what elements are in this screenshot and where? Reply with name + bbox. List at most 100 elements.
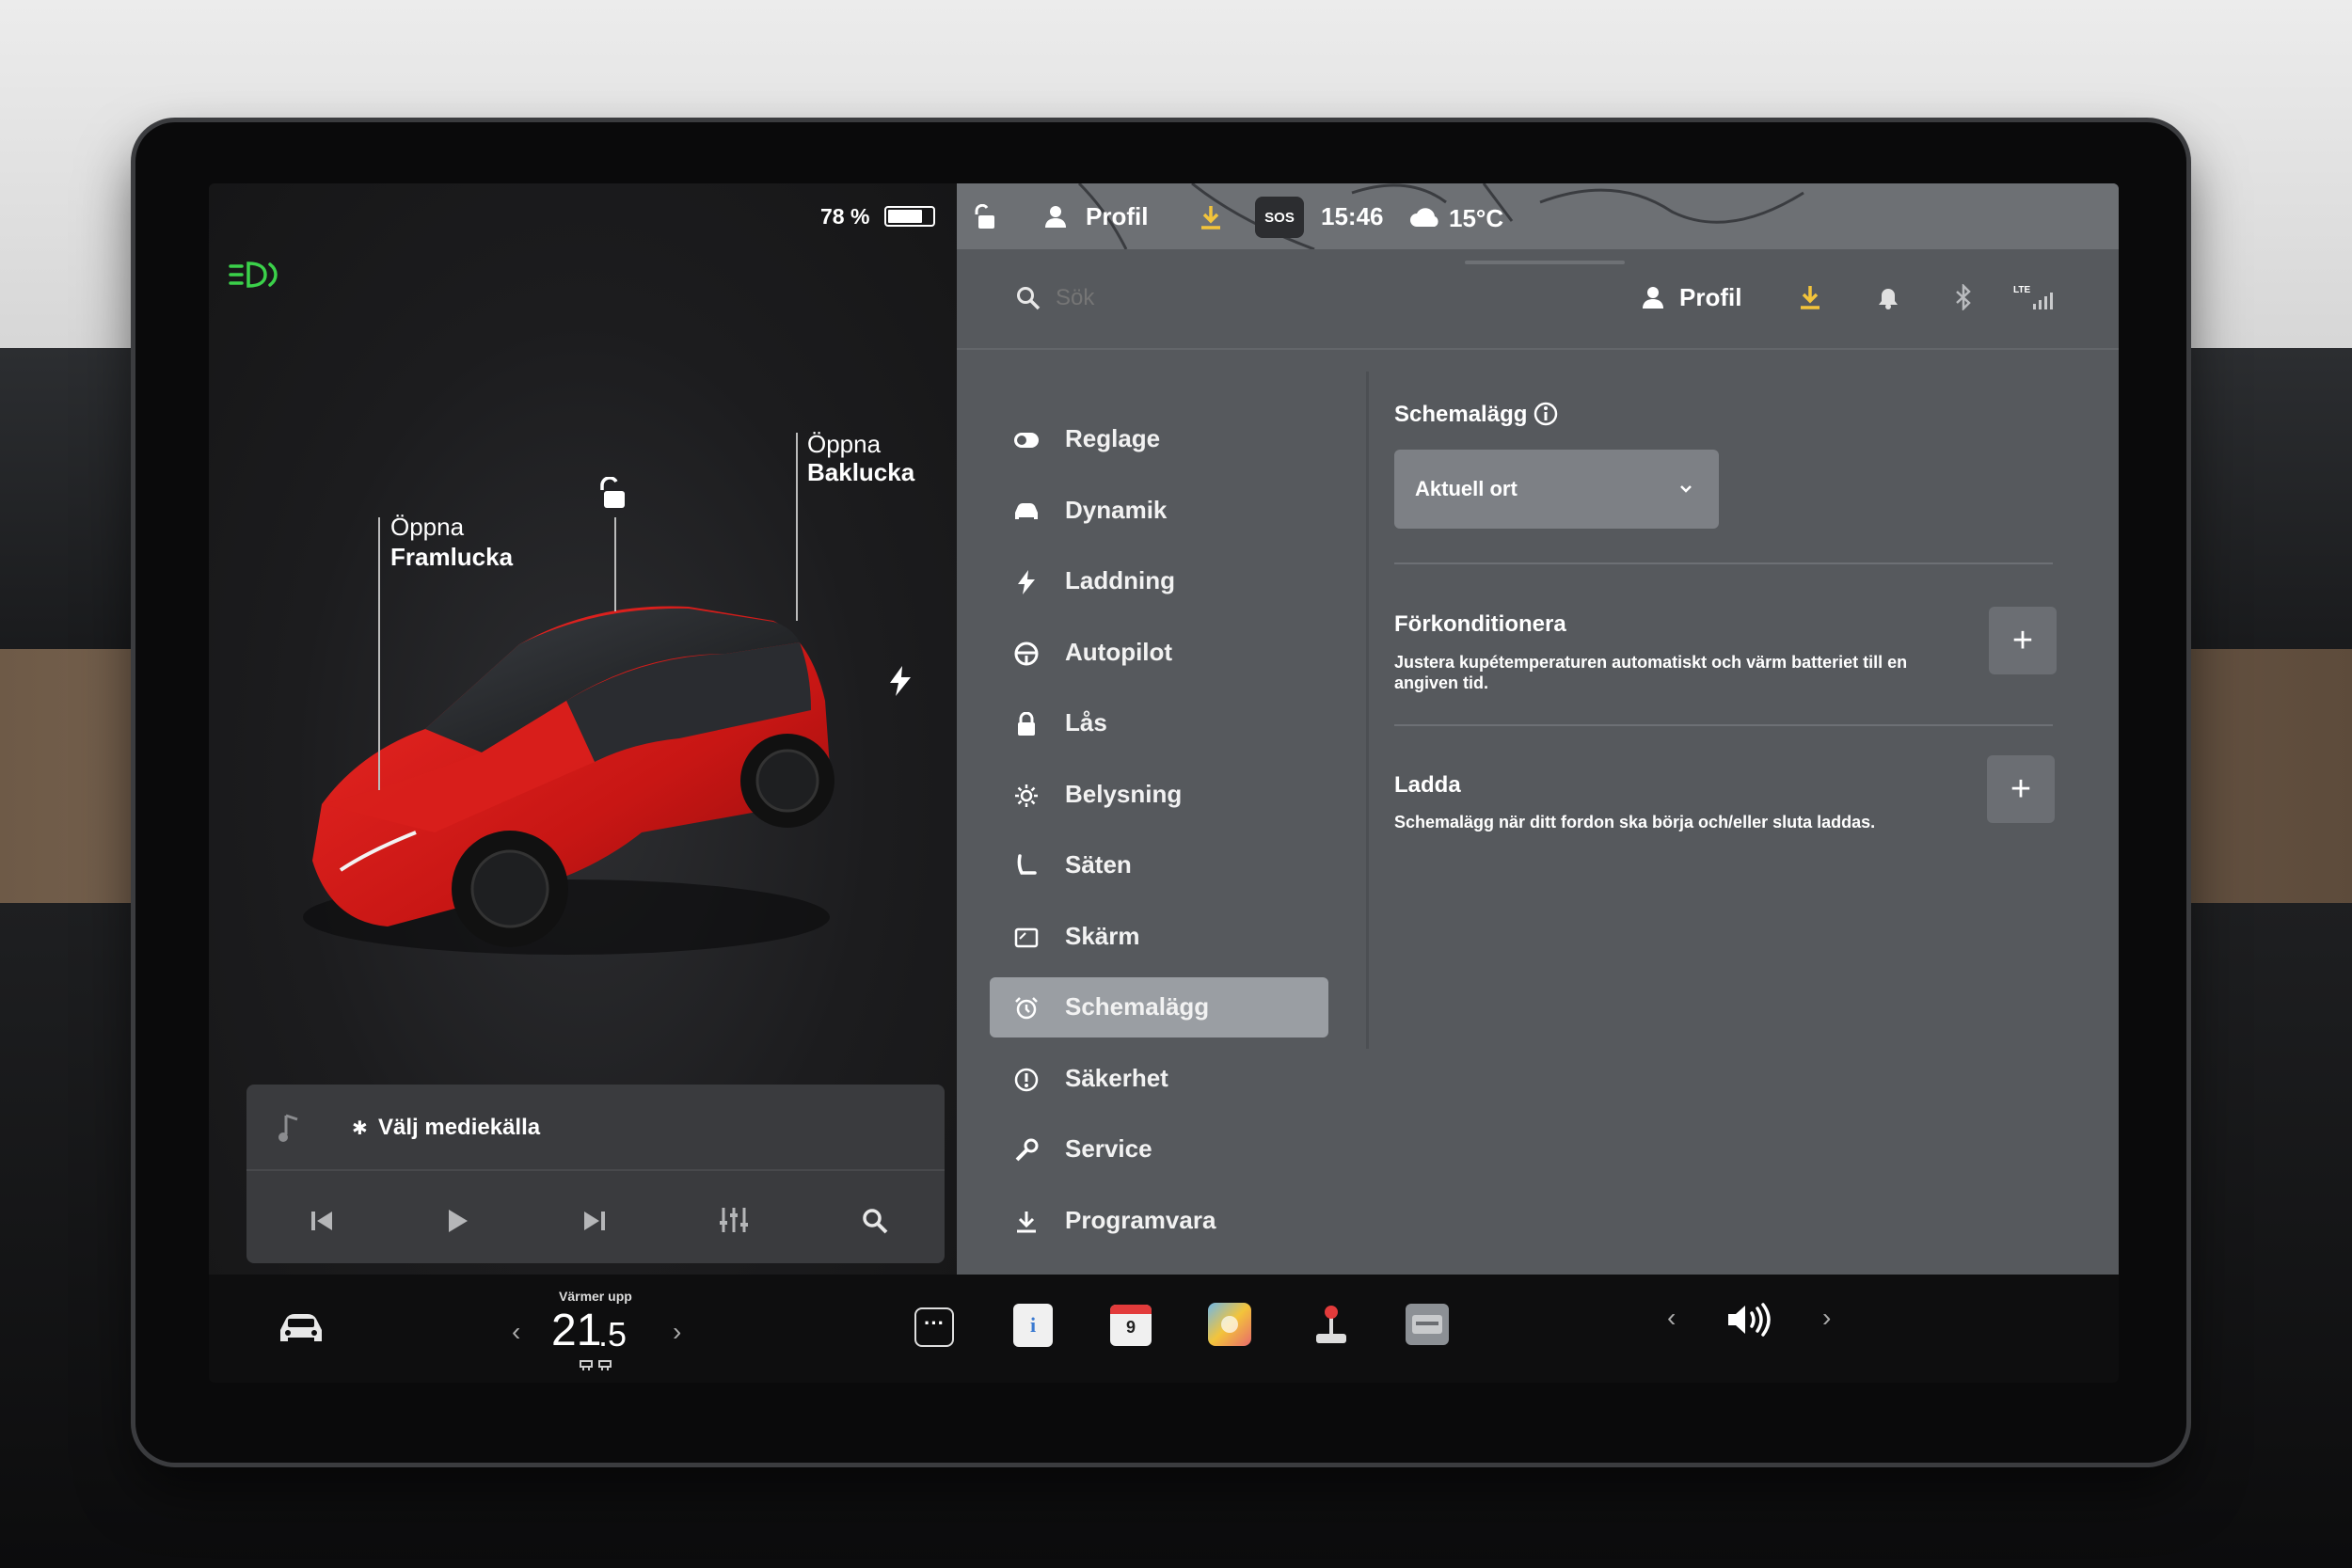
music-note-icon: [275, 1110, 303, 1148]
toggle-icon: [1012, 426, 1041, 454]
menu-item-label: Laddning: [1065, 566, 1175, 594]
search-input[interactable]: [1056, 277, 1451, 319]
calendar-app-icon[interactable]: 9: [1110, 1305, 1152, 1346]
rear-trunk-label-1[interactable]: Öppna: [807, 430, 881, 459]
charge-desc: Schemalägg när ditt fordon ska börja och…: [1394, 813, 1876, 832]
add-precondition-button[interactable]: +: [1989, 607, 2057, 674]
menu-item-label: Schemalägg: [1065, 992, 1210, 1021]
volume-right-chevron[interactable]: ›: [1822, 1303, 1831, 1333]
menu-item-saten[interactable]: Säten: [990, 835, 1328, 895]
front-trunk-label-2[interactable]: Framlucka: [390, 543, 513, 572]
car-image: [303, 606, 834, 955]
arcade-app-icon[interactable]: [1310, 1303, 1353, 1346]
schedule-divider-1: [1394, 562, 2053, 564]
unlock-icon[interactable]: [593, 475, 630, 513]
menu-item-sakerhet[interactable]: Säkerhet: [990, 1049, 1328, 1109]
menu-item-label: Lås: [1065, 708, 1107, 736]
calendar-day: 9: [1125, 1318, 1136, 1337]
alarm-clock-icon: [1012, 994, 1041, 1022]
location-dropdown-value: Aktuell ort: [1415, 477, 1518, 500]
download-icon: [1012, 1208, 1041, 1236]
seat-icon: [1012, 852, 1041, 880]
bottom-bar: [209, 1275, 2119, 1383]
previous-track-icon[interactable]: [303, 1202, 341, 1240]
menu-item-dynamik[interactable]: Dynamik: [990, 481, 1328, 541]
rear-trunk-callout-line: [796, 433, 798, 621]
menu-item-service[interactable]: Service: [990, 1119, 1328, 1180]
search-media-icon[interactable]: [856, 1202, 894, 1240]
menu-item-las[interactable]: Lås: [990, 693, 1328, 753]
front-trunk-label-1[interactable]: Öppna: [390, 513, 464, 542]
equalizer-icon[interactable]: [715, 1201, 753, 1239]
menu-item-autopilot[interactable]: Autopilot: [990, 623, 1328, 683]
menu-item-label: Dynamik: [1065, 495, 1168, 524]
chevron-down-icon: [1677, 480, 1695, 499]
header-download-icon[interactable]: [1796, 282, 1824, 312]
status-profile-label[interactable]: Profil: [1086, 202, 1148, 231]
bell-icon[interactable]: [1874, 284, 1902, 312]
wrench-icon: [1012, 1136, 1041, 1164]
menu-item-belysning[interactable]: Belysning: [990, 765, 1328, 825]
unlock-callout-line: [614, 517, 616, 611]
play-icon[interactable]: [439, 1202, 477, 1240]
status-profile-icon[interactable]: [1041, 202, 1070, 230]
car-panel: 78 % Öppna Framlucka Öppna Baklucka ✱ Vä…: [209, 183, 957, 1275]
header-profile-label[interactable]: Profil: [1679, 283, 1741, 312]
menu-item-label: Programvara: [1065, 1205, 1216, 1234]
search-icon[interactable]: [1013, 283, 1043, 313]
media-source-button[interactable]: Välj mediekälla: [378, 1115, 540, 1141]
menu-item-label: Skärm: [1065, 921, 1140, 950]
menu-item-label: Service: [1065, 1134, 1152, 1163]
next-track-icon[interactable]: [576, 1202, 613, 1240]
menu-item-reglage[interactable]: Reglage: [990, 409, 1328, 469]
bolt-icon: [1012, 568, 1041, 596]
alert-circle-icon: [1012, 1066, 1041, 1094]
car-home-icon[interactable]: [275, 1307, 327, 1349]
location-dropdown[interactable]: Aktuell ort: [1394, 450, 1719, 529]
menu-item-programvara[interactable]: Programvara: [990, 1191, 1328, 1251]
temp-integer[interactable]: 21: [551, 1305, 601, 1356]
info-icon[interactable]: [1532, 400, 1560, 428]
rear-trunk-label-2[interactable]: Baklucka: [807, 458, 914, 487]
charge-port-icon[interactable]: [886, 663, 914, 699]
car-icon: [1012, 498, 1041, 526]
battery-icon: [884, 206, 935, 227]
lte-label: LTE: [2013, 285, 2031, 295]
manual-app-icon[interactable]: i: [1013, 1304, 1053, 1347]
temp-right-chevron[interactable]: ›: [673, 1317, 681, 1347]
schedule-title: Schemalägg: [1394, 402, 1528, 427]
climate-status: Värmer upp: [559, 1289, 632, 1304]
precondition-desc: Justera kupétemperaturen automatiskt och…: [1394, 653, 1908, 692]
signal-icon: [2029, 289, 2058, 311]
bluetooth-small-icon: ✱: [352, 1118, 368, 1139]
add-charge-button[interactable]: +: [1987, 755, 2055, 823]
menu-item-label: Reglage: [1065, 424, 1161, 452]
menu-item-laddning[interactable]: Laddning: [990, 551, 1328, 611]
toybox-app-icon[interactable]: [1208, 1303, 1251, 1346]
headlight-icon: [228, 259, 280, 291]
temp-left-chevron[interactable]: ‹: [512, 1317, 520, 1347]
more-apps-icon[interactable]: ···: [914, 1307, 954, 1347]
status-lock-icon[interactable]: [969, 202, 999, 232]
menu-item-skarm[interactable]: Skärm: [990, 907, 1328, 967]
bluetooth-icon[interactable]: [1949, 282, 1978, 312]
steering-wheel-icon: [1012, 640, 1041, 668]
precondition-title: Förkonditionera: [1394, 611, 1566, 637]
drag-handle[interactable]: [1465, 261, 1625, 264]
sun-icon: [1012, 782, 1041, 810]
volume-left-chevron[interactable]: ‹: [1667, 1303, 1676, 1333]
volume-icon[interactable]: [1724, 1299, 1776, 1340]
menu-item-label: Säten: [1065, 850, 1132, 879]
battery-percent: 78 %: [820, 204, 870, 229]
charge-title: Ladda: [1394, 772, 1461, 798]
status-download-icon[interactable]: [1197, 202, 1225, 232]
touchscreen: 78 % Öppna Framlucka Öppna Baklucka ✱ Vä…: [209, 183, 2119, 1383]
menu-item-label: Säkerhet: [1065, 1063, 1168, 1092]
menu-item-label: Belysning: [1065, 779, 1183, 808]
sos-icon[interactable]: SOS: [1255, 197, 1304, 238]
menu-item-label: Autopilot: [1065, 637, 1173, 666]
temp-decimal[interactable]: .5: [598, 1315, 627, 1354]
dashcam-app-icon[interactable]: [1406, 1304, 1449, 1345]
menu-item-schemalagg[interactable]: Schemalägg: [990, 977, 1328, 1037]
header-profile-icon[interactable]: [1639, 283, 1667, 311]
